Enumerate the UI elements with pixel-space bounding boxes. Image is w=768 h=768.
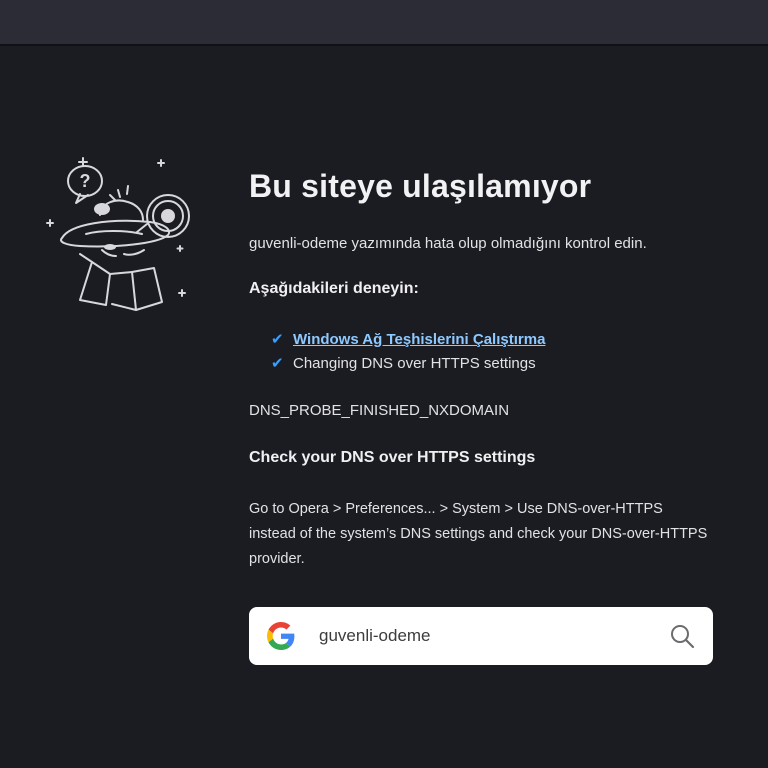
google-search-box[interactable] bbox=[249, 607, 713, 665]
checkmark-icon: ✔ bbox=[271, 331, 284, 348]
dns-settings-suggestion: Changing DNS over HTTPS settings bbox=[293, 355, 536, 372]
dns-instructions: Go to Opera > Preferences... > System > … bbox=[249, 501, 708, 567]
network-diagnostics-link[interactable]: Windows Ağ Teşhislerini Çalıştırma bbox=[293, 331, 545, 348]
try-heading: Aşağıdakileri deneyin: bbox=[249, 280, 419, 297]
error-content: Bu siteye ulaşılamıyor guvenli-odeme yaz… bbox=[249, 168, 719, 572]
error-illustration: ? bbox=[40, 150, 200, 315]
search-input[interactable] bbox=[319, 607, 649, 665]
error-code: DNS_PROBE_FINISHED_NXDOMAIN bbox=[249, 402, 510, 419]
svg-text:?: ? bbox=[80, 171, 91, 191]
google-g-icon bbox=[267, 622, 295, 650]
confused-explorer-icon: ? bbox=[46, 157, 190, 311]
suggestion-list: ✔ Windows Ağ Teşhislerini Çalıştırma ✔ C… bbox=[249, 328, 719, 376]
dns-heading: Check your DNS over HTTPS settings bbox=[249, 449, 536, 466]
suggestion-item-network-diagnostics: ✔ Windows Ağ Teşhislerini Çalıştırma bbox=[271, 328, 719, 352]
browser-top-bar bbox=[0, 0, 768, 46]
error-subtitle: guvenli-odeme yazımında hata olup olmadı… bbox=[249, 235, 647, 252]
page-title: Bu siteye ulaşılamıyor bbox=[249, 168, 592, 204]
suggestion-item-dns-settings: ✔ Changing DNS over HTTPS settings bbox=[271, 352, 719, 376]
search-icon[interactable] bbox=[669, 623, 695, 649]
checkmark-icon: ✔ bbox=[271, 355, 284, 372]
